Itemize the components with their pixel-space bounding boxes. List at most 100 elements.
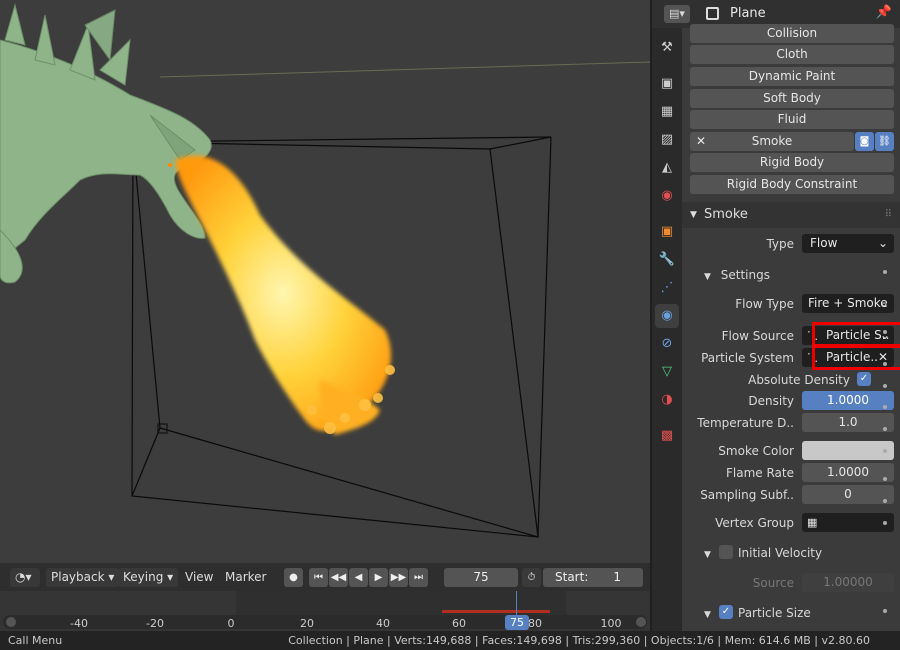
object-props-icon[interactable]: ▣ [655, 220, 679, 244]
close-icon[interactable]: ✕ [696, 132, 706, 151]
render-icon[interactable]: ▣ [655, 72, 679, 96]
flow-source-label: Flow Source [721, 329, 794, 343]
animate-dot[interactable] [883, 521, 887, 525]
view-layer-icon[interactable]: ▨ [655, 128, 679, 152]
absolute-density-checkbox[interactable]: ✓ [857, 372, 871, 386]
tick-label: 0 [227, 617, 235, 630]
timeline-editor: ◔▾ Playback ▾ Keying ▾ View Marker ● ⏮ ◀… [0, 563, 650, 631]
tool-icon[interactable]: ⚒ [655, 36, 679, 60]
animate-dot[interactable] [883, 449, 887, 453]
highlight-box [812, 344, 900, 370]
source-label: Source [752, 576, 794, 590]
animate-dot[interactable] [883, 362, 887, 366]
particle-size-label: Particle Size [738, 606, 811, 620]
properties-editor: ▤▾ Plane 📌 ⚒ ▣ ▦ ▨ ◭ ◉ ▣ 🔧 ⋰ ◉ ⊘ ▽ ◑ ▩ C… [650, 0, 900, 631]
3d-viewport[interactable] [0, 0, 650, 563]
animate-dot[interactable] [883, 499, 887, 503]
material-icon[interactable]: ◑ [655, 388, 679, 412]
playhead-frame-badge[interactable]: 75 [505, 615, 529, 630]
viewport-scene [0, 3, 650, 538]
sampling-field[interactable]: 0 [802, 485, 894, 504]
vertex-group-field[interactable]: ▦ [802, 513, 894, 532]
scroll-handle-left[interactable] [6, 617, 16, 627]
animate-dot[interactable] [883, 384, 887, 388]
scroll-handle-right[interactable] [636, 617, 646, 627]
editor-type-button[interactable]: ◔▾ [10, 568, 40, 587]
initial-velocity-label: Initial Velocity [738, 546, 823, 560]
rigid-body-constraint-button[interactable]: Rigid Body Constraint [690, 175, 894, 194]
pin-icon[interactable]: 📌 [876, 5, 892, 20]
vertex-group-icon: ▦ [807, 516, 818, 529]
sampling-label: Sampling Subf.. [700, 488, 794, 502]
smoke-button[interactable]: ✕ Smoke [690, 132, 854, 151]
scene-icon[interactable]: ◭ [655, 156, 679, 180]
data-icon[interactable]: ▽ [655, 360, 679, 384]
start-frame-field[interactable]: Start: 1 [543, 568, 643, 587]
density-field[interactable]: 1.0000 [802, 391, 894, 410]
animate-dot[interactable] [883, 330, 887, 334]
prev-keyframe-icon[interactable]: ◀◀ [329, 568, 348, 587]
blender-window: ◔▾ Playback ▾ Keying ▾ View Marker ● ⏮ ◀… [0, 0, 900, 650]
flame-rate-field[interactable]: 1.0000 [802, 463, 894, 482]
chevron-down-icon: ▼ [704, 550, 711, 560]
flow-type-label: Flow Type [735, 297, 794, 311]
timeline-track[interactable]: -40 -20 0 20 40 60 80 100 75 [0, 591, 650, 631]
view-menu[interactable]: View [180, 568, 218, 587]
modifier-icon[interactable]: 🔧 [655, 248, 679, 272]
particle-size-checkbox[interactable]: ✓ [719, 605, 733, 619]
chevron-down-icon: ⌄ [878, 296, 889, 310]
tick-label: -40 [70, 617, 88, 630]
animate-dot[interactable] [883, 405, 887, 409]
physics-properties: Collision Cloth Dynamic Paint Soft Body … [682, 24, 900, 631]
animate-dot[interactable] [883, 270, 887, 274]
playback-menu[interactable]: Playback ▾ [46, 568, 120, 587]
initial-velocity-subpanel[interactable]: ▼ [704, 546, 711, 560]
smoke-color-swatch[interactable] [802, 441, 894, 460]
constraints-icon[interactable]: ⊘ [655, 332, 679, 356]
initial-velocity-checkbox[interactable] [719, 545, 733, 559]
dynamic-paint-button[interactable]: Dynamic Paint [690, 67, 894, 86]
jump-start-icon[interactable]: ⏮ [309, 568, 328, 587]
collision-button[interactable]: Collision [690, 24, 894, 43]
animate-dot[interactable] [883, 609, 887, 613]
settings-subpanel[interactable]: ▼ Settings [704, 268, 770, 282]
animate-dot[interactable] [883, 427, 887, 431]
smoke-panel-header[interactable]: ▼ Smoke ⠿ [682, 202, 900, 228]
drag-handle-icon[interactable]: ⠿ [885, 202, 892, 228]
animate-dot[interactable] [883, 477, 887, 481]
marker-menu[interactable]: Marker [220, 568, 271, 587]
soft-body-button[interactable]: Soft Body [690, 89, 894, 108]
vertex-group-label: Vertex Group [715, 516, 794, 530]
tick-label: -20 [146, 617, 164, 630]
dragon-model [0, 3, 212, 284]
rigid-body-button[interactable]: Rigid Body [690, 153, 894, 172]
next-keyframe-icon[interactable]: ▶▶ [389, 568, 408, 587]
fluid-button[interactable]: Fluid [690, 110, 894, 129]
temperature-field[interactable]: 1.0 [802, 413, 894, 432]
jump-end-icon[interactable]: ⏭ [409, 568, 428, 587]
link-icon[interactable]: ⛓ [875, 132, 894, 151]
particles-icon[interactable]: ⋰ [655, 276, 679, 300]
texture-icon[interactable]: ▩ [655, 424, 679, 448]
playhead-line [516, 591, 517, 615]
editor-type-icon[interactable]: ▤▾ [664, 5, 690, 23]
physics-icon[interactable]: ◉ [655, 304, 679, 328]
keying-menu[interactable]: Keying ▾ [118, 568, 179, 587]
play-reverse-icon[interactable]: ◀ [349, 568, 368, 587]
output-icon[interactable]: ▦ [655, 100, 679, 124]
type-dropdown[interactable]: Flow ⌄ [802, 234, 894, 253]
world-icon[interactable]: ◉ [655, 184, 679, 208]
stopwatch-icon[interactable]: ⏱ [522, 568, 541, 587]
particle-size-subpanel[interactable]: ▼ [704, 606, 711, 620]
current-frame-field[interactable]: 75 [444, 568, 518, 587]
record-icon[interactable]: ● [284, 568, 303, 587]
play-icon[interactable]: ▶ [369, 568, 388, 587]
tick-label: 40 [376, 617, 390, 630]
flow-type-dropdown[interactable]: Fire + Smoke ⌄ [802, 294, 894, 313]
status-stats: Collection | Plane | Verts:149,688 | Fac… [288, 634, 870, 647]
cloth-button[interactable]: Cloth [690, 45, 894, 64]
chevron-down-icon: ▼ [690, 210, 697, 220]
timeline-scrollbar[interactable] [3, 615, 647, 629]
camera-icon[interactable]: ◙ [855, 132, 874, 151]
chevron-down-icon: ⌄ [877, 236, 888, 250]
